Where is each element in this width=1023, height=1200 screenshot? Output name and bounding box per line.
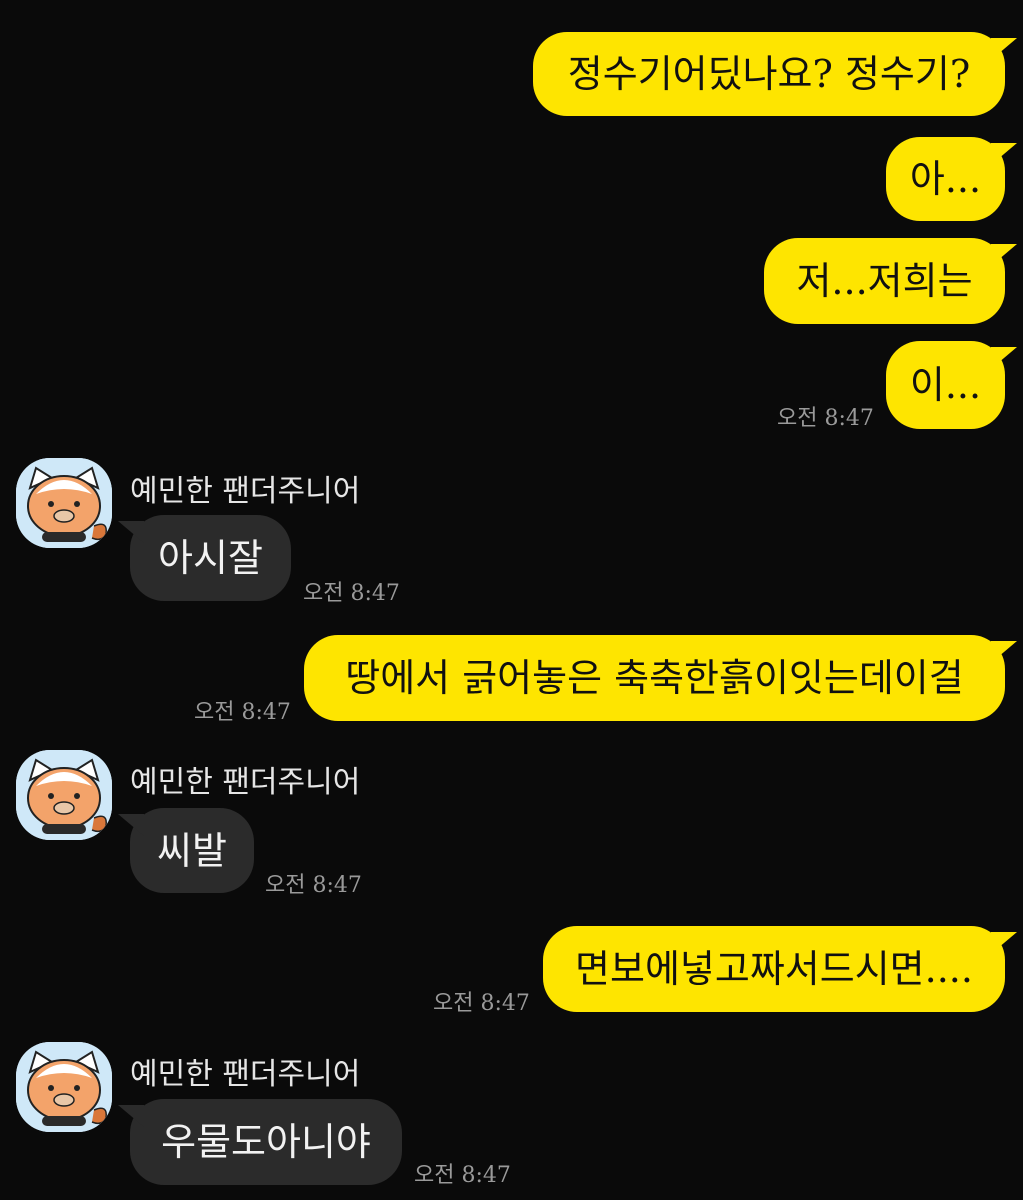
message-text: 땅에서 긁어놓은 축축한흙이잇는데이걸 <box>345 656 964 700</box>
outgoing-message[interactable]: 저...저희는 <box>764 238 1017 324</box>
message-timestamp: 오전 8:47 <box>414 1163 511 1188</box>
message-text: 면보에넣고짜서드시면.... <box>575 947 973 991</box>
red-panda-avatar-icon <box>16 1042 112 1132</box>
message-text: 저...저희는 <box>796 259 973 303</box>
message-text: 이... <box>909 363 982 407</box>
message-text: 아시잘 <box>158 536 263 580</box>
message-text: 정수기어딨나요? 정수기? <box>567 52 971 96</box>
incoming-message[interactable]: 우물도아니야 <box>118 1099 402 1185</box>
sender-name: 예민한 팬더주니어 <box>130 765 361 800</box>
incoming-message[interactable]: 씨발 <box>118 808 254 893</box>
message-text: 씨발 <box>157 828 227 873</box>
outgoing-message[interactable]: 면보에넣고짜서드시면.... <box>543 926 1017 1012</box>
incoming-message[interactable]: 아시잘 <box>118 515 291 601</box>
avatar[interactable] <box>16 1042 112 1132</box>
outgoing-message[interactable]: 이... <box>886 341 1017 429</box>
message-timestamp: 오전 8:47 <box>777 406 874 431</box>
outgoing-message[interactable]: 땅에서 긁어놓은 축축한흙이잇는데이걸 <box>304 635 1017 721</box>
message-timestamp: 오전 8:47 <box>194 700 291 725</box>
message-text: 아... <box>909 157 982 201</box>
message-timestamp: 오전 8:47 <box>303 581 400 606</box>
message-timestamp: 오전 8:47 <box>265 873 362 898</box>
outgoing-message[interactable]: 정수기어딨나요? 정수기? <box>533 32 1017 116</box>
red-panda-avatar-icon <box>16 750 112 840</box>
sender-name: 예민한 팬더주니어 <box>130 474 361 509</box>
avatar[interactable] <box>16 458 112 548</box>
message-timestamp: 오전 8:47 <box>433 991 530 1016</box>
red-panda-avatar-icon <box>16 458 112 548</box>
outgoing-message[interactable]: 아... <box>886 137 1017 221</box>
avatar[interactable] <box>16 750 112 840</box>
message-text: 우물도아니야 <box>161 1120 371 1164</box>
sender-name: 예민한 팬더주니어 <box>130 1057 361 1092</box>
